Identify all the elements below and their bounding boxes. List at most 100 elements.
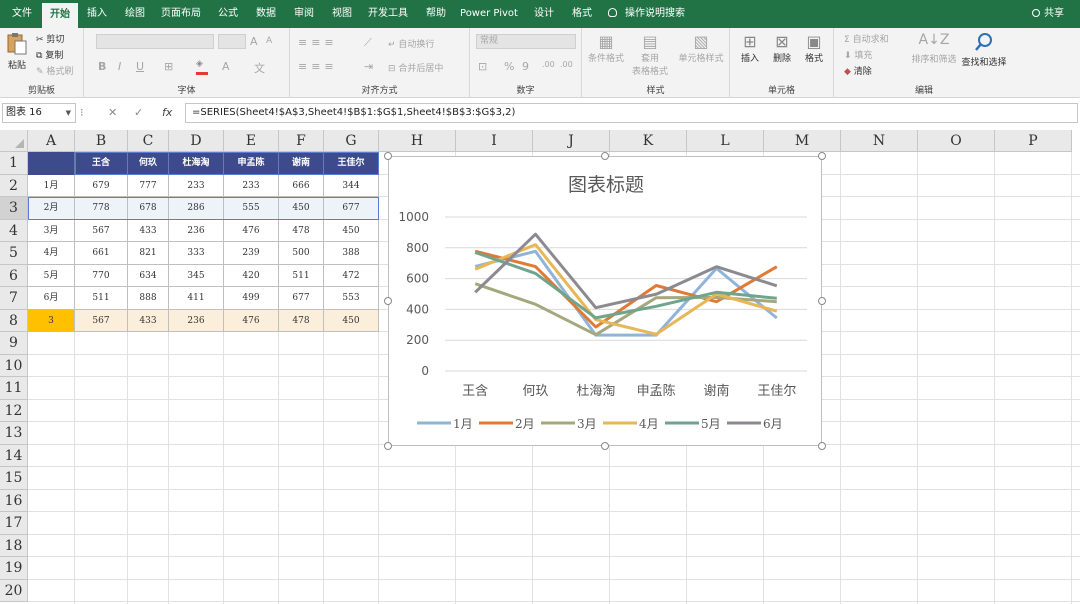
font-color-button[interactable]: A [222,60,230,73]
row-header-11[interactable]: 11 [0,377,28,400]
font-size-select[interactable] [218,34,246,49]
row-header-20[interactable]: 20 [0,579,28,602]
format-as-table-button[interactable]: ▤ 套用 表格格式 [628,32,672,77]
resize-handle-r[interactable] [818,297,826,305]
copy-button[interactable]: ⧉ 复制 [36,48,63,61]
tab-data[interactable]: 数据 [248,0,284,28]
table-header-cell[interactable]: 杜海淘 [169,152,224,175]
column-header-e[interactable]: E [224,130,279,152]
tab-developer[interactable]: 开发工具 [362,0,414,28]
bold-button[interactable]: B [98,60,106,73]
table-cell[interactable]: 476 [224,219,279,242]
borders-icon[interactable]: ⊞ [164,60,173,73]
percent-button[interactable]: % [504,60,514,73]
row-header-3[interactable]: 3 [0,197,28,220]
table-header-cell[interactable]: 何玖 [128,152,169,175]
table-cell[interactable]: 555 [224,197,279,220]
resize-handle-tl[interactable] [384,152,392,160]
column-header-f[interactable]: F [279,130,324,152]
table-row-label[interactable]: 5月 [28,264,75,287]
resize-handle-b[interactable] [601,442,609,450]
table-cell[interactable]: 567 [75,219,128,242]
table-row-label[interactable]: 2月 [28,197,75,220]
decrease-font-button[interactable]: A [266,36,272,46]
table-cell[interactable]: 286 [169,197,224,220]
currency-icon[interactable]: ⊡ [478,60,487,73]
formula-input[interactable]: =SERIES(Sheet4!$A$3,Sheet4!$B$1:$G$1,She… [185,103,1078,123]
tab-view[interactable]: 视图 [324,0,360,28]
column-header-b[interactable]: B [75,130,128,152]
row-header-1[interactable]: 1 [0,152,28,175]
tell-me-search[interactable]: 操作说明搜索 [608,0,685,28]
fill-button[interactable]: ⬇ 填充 [844,48,872,61]
row-header-16[interactable]: 16 [0,489,28,512]
table-cell[interactable]: 345 [169,264,224,287]
row-header-17[interactable]: 17 [0,512,28,535]
merge-center-button[interactable]: ⊟ 合并后居中 [388,61,443,74]
row-header-5[interactable]: 5 [0,242,28,265]
legend-entry[interactable]: 1月 [453,417,473,431]
table-cell[interactable]: 333 [169,242,224,265]
tab-design[interactable]: 设计 [526,0,562,28]
table-cell[interactable]: 236 [169,309,224,332]
table-cell[interactable]: 821 [128,242,169,265]
row-header-2[interactable]: 2 [0,174,28,197]
table-cell[interactable]: 679 [75,174,128,197]
row-header-13[interactable]: 13 [0,422,28,445]
column-header-i[interactable]: I [456,130,533,152]
table-header-cell[interactable]: 申孟陈 [224,152,279,175]
column-header-p[interactable]: P [995,130,1072,152]
column-header-k[interactable]: K [610,130,687,152]
find-select-button[interactable]: 查找和选择 [958,32,1010,68]
paste-button[interactable] [6,32,28,56]
table-cell[interactable]: 236 [169,219,224,242]
row-header-14[interactable]: 14 [0,444,28,467]
tab-insert[interactable]: 插入 [80,0,114,28]
column-header-c[interactable]: C [128,130,169,152]
table-cell[interactable]: 500 [279,242,324,265]
table-cell[interactable]: 344 [324,174,379,197]
row-header-10[interactable]: 10 [0,354,28,377]
column-header-o[interactable]: O [918,130,995,152]
share-button[interactable]: 共享 [1032,0,1064,28]
table-cell[interactable]: 239 [224,242,279,265]
increase-decimal-button[interactable]: .00 [542,60,555,69]
name-box[interactable]: 图表 16 ▼ [2,103,76,123]
indent-icon[interactable]: ⇥ [364,60,373,73]
cancel-icon[interactable]: ✕ [108,104,117,122]
row-header-8[interactable]: 8 [0,309,28,332]
column-header-l[interactable]: L [687,130,764,152]
table-cell[interactable]: 388 [324,242,379,265]
font-name-select[interactable] [96,34,214,49]
column-header-m[interactable]: M [764,130,841,152]
table-row-label[interactable]: 6月 [28,287,75,310]
resize-handle-br[interactable] [818,442,826,450]
series-line-4[interactable] [474,243,778,336]
cut-button[interactable]: ✂ 剪切 [36,32,64,45]
row-header-18[interactable]: 18 [0,534,28,557]
table-cell[interactable]: 511 [279,264,324,287]
table-header-cell[interactable]: 王含 [75,152,128,175]
column-header-d[interactable]: D [169,130,224,152]
table-cell[interactable]: 634 [128,264,169,287]
fill-color-button[interactable]: ◈ [196,59,208,75]
table-cell[interactable]: 778 [75,197,128,220]
tab-formulas[interactable]: 公式 [210,0,246,28]
phonetic-button[interactable]: 文 [254,60,265,76]
row-header-15[interactable]: 15 [0,467,28,490]
tab-review[interactable]: 审阅 [286,0,322,28]
row-header-4[interactable]: 4 [0,219,28,242]
table-cell[interactable]: 433 [128,219,169,242]
column-header-n[interactable]: N [841,130,918,152]
table-header-cell[interactable]: 王佳尔 [324,152,379,175]
table-cell[interactable]: 553 [324,287,379,310]
legend-entry[interactable]: 2月 [515,417,535,431]
table-header-cell[interactable]: 谢南 [279,152,324,175]
comma-button[interactable]: 9 [522,60,529,73]
column-header-a[interactable]: A [28,130,75,152]
row-header-9[interactable]: 9 [0,332,28,355]
table-cell[interactable]: 661 [75,242,128,265]
column-header-g[interactable]: G [324,130,379,152]
column-header-j[interactable]: J [533,130,610,152]
number-format-select[interactable]: 常规 [476,34,576,49]
